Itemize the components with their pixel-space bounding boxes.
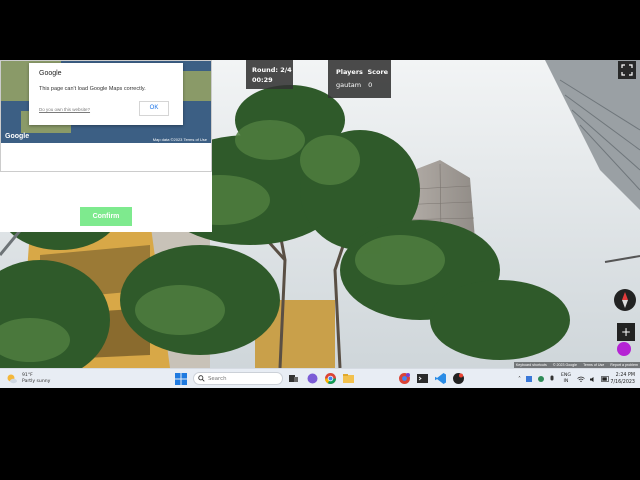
google-logo: Google	[5, 133, 30, 140]
player-score: 0	[368, 81, 373, 89]
map-error-message: This page can't load Google Maps correct…	[39, 86, 146, 92]
fullscreen-icon[interactable]	[618, 61, 636, 79]
own-website-link[interactable]: Do you own this website?	[39, 107, 90, 112]
file-explorer-icon[interactable]	[342, 372, 355, 385]
zoom-in-button[interactable]: +	[617, 323, 635, 341]
system-tray: ˄ ENG IN	[518, 372, 610, 386]
search-icon	[198, 375, 205, 382]
map-attribution[interactable]: Map data ©2023 Terms of Use	[153, 137, 207, 142]
chat-icon[interactable]	[306, 372, 319, 385]
chrome-icon[interactable]	[324, 372, 337, 385]
volume-icon[interactable]	[589, 376, 597, 383]
keyboard-shortcuts-link[interactable]: Keyboard shortcuts	[516, 363, 547, 367]
microphone-icon[interactable]	[549, 375, 555, 383]
vscode-icon[interactable]	[434, 372, 447, 385]
wifi-icon[interactable]	[577, 376, 585, 383]
weather-desc: Partly sunny	[22, 379, 51, 384]
player-name: gautam	[336, 81, 362, 89]
clock-date: 7/16/2023	[610, 380, 635, 385]
map-error-ok-button[interactable]: OK	[139, 101, 169, 116]
report-problem-link[interactable]: Report a problem	[610, 363, 638, 367]
confirm-button[interactable]: Confirm	[80, 207, 132, 226]
players-header: Players	[336, 68, 363, 76]
region-code: IN	[563, 379, 569, 384]
chrome-profile-icon[interactable]	[398, 372, 411, 385]
browser-viewport: Google Map data ©2023 Terms of Use Googl…	[0, 60, 640, 388]
cloud-icon[interactable]	[525, 375, 533, 383]
pegman-icon[interactable]	[617, 342, 631, 356]
map-error-title: Google	[39, 70, 62, 77]
language-indicator[interactable]: ENG IN	[561, 373, 571, 385]
map-error-dialog: Google This page can't load Google Maps …	[29, 63, 183, 125]
onedrive-icon[interactable]	[537, 375, 545, 383]
chevron-up-icon[interactable]: ˄	[518, 376, 521, 383]
weather-sun-icon	[7, 374, 17, 384]
copyright-text: © 2023 Google	[552, 363, 578, 367]
terms-link[interactable]: Terms of Use	[583, 363, 604, 367]
taskbar-search[interactable]	[193, 372, 283, 385]
minimap[interactable]: Google Map data ©2023 Terms of Use Googl…	[0, 60, 212, 172]
windows-taskbar: 91°F Partly sunny ˄ ENG IN	[0, 368, 640, 388]
task-view-icon[interactable]	[287, 372, 300, 385]
windows-start-icon[interactable]	[175, 373, 187, 385]
round-label: Round: 2/4	[252, 66, 292, 74]
score-header: Score	[367, 68, 389, 76]
app-icon[interactable]	[452, 372, 465, 385]
terminal-icon[interactable]	[416, 372, 429, 385]
compass-icon[interactable]	[614, 289, 636, 311]
clock-time: 2:24 PM	[615, 373, 635, 378]
guess-panel: Confirm	[0, 172, 212, 232]
weather-widget[interactable]: 91°F Partly sunny	[6, 372, 50, 386]
timer: 00:29	[252, 76, 273, 84]
scoreboard: Players Score gautam 0	[328, 60, 391, 98]
search-input[interactable]	[205, 375, 278, 382]
round-timer-box: Round: 2/4 00:29	[246, 60, 293, 89]
system-clock[interactable]: 2:24 PM 7/16/2023	[609, 372, 635, 386]
